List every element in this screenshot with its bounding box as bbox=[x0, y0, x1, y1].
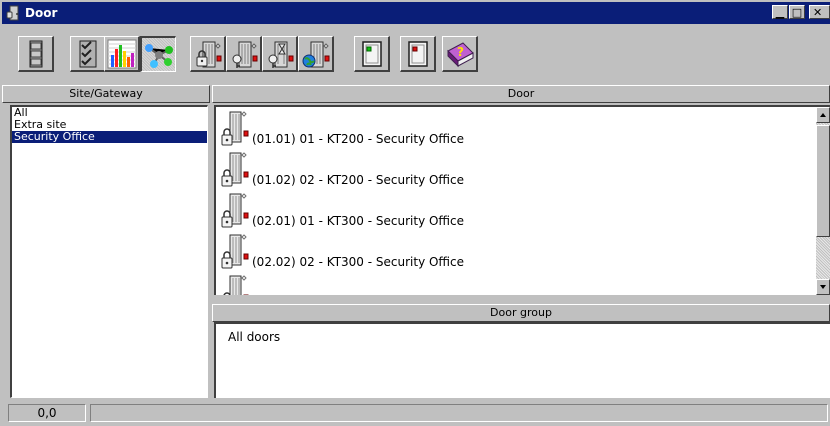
title-bar[interactable]: Door ▁ □ ✕ bbox=[2, 2, 830, 24]
toolbar-button-cabinet[interactable] bbox=[18, 36, 54, 72]
toolbar-button-door-key[interactable] bbox=[226, 36, 262, 72]
scroll-thumb[interactable] bbox=[816, 125, 830, 237]
scroll-up-button[interactable] bbox=[816, 107, 830, 123]
door-group-list[interactable]: All doors bbox=[214, 322, 830, 398]
network-icon bbox=[145, 44, 173, 68]
toolbar-button-help[interactable]: ? bbox=[442, 36, 478, 72]
toolbar-button-chart[interactable] bbox=[104, 36, 140, 72]
door-app-icon bbox=[6, 5, 19, 21]
checklist-icon bbox=[79, 40, 97, 68]
close-button[interactable]: ✕ bbox=[809, 5, 830, 19]
bar-chart-icon bbox=[107, 39, 137, 69]
door-key-icon bbox=[232, 41, 258, 68]
arrow-down-icon bbox=[820, 285, 826, 289]
door-group-header-label: Door group bbox=[490, 306, 552, 319]
door-label: (01.02) 02 - KT200 - Security Office bbox=[252, 173, 465, 187]
toolbar-button-checklist[interactable] bbox=[70, 36, 106, 72]
door-label: (02.02) 02 - KT300 - Security Office bbox=[252, 255, 465, 269]
toolbar-button-door-green[interactable] bbox=[354, 36, 390, 72]
toolbar-button-network[interactable] bbox=[140, 36, 176, 72]
site-item-security-office[interactable]: Security Office bbox=[12, 131, 207, 143]
toolbar-button-door-lock[interactable] bbox=[190, 36, 226, 72]
maximize-button[interactable]: □ bbox=[789, 5, 805, 19]
status-message-panel bbox=[90, 404, 828, 422]
status-bar: 0,0 bbox=[2, 402, 830, 424]
door-list[interactable]: (01.01) 01 - KT200 - Security Office (01… bbox=[214, 105, 830, 295]
site-gateway-header[interactable]: Site/Gateway bbox=[2, 85, 210, 103]
site-list[interactable]: All Extra site Security Office bbox=[10, 105, 208, 398]
close-icon: ✕ bbox=[813, 6, 823, 19]
door-list-item[interactable]: (02.01) 01 - KT300 - Security Office bbox=[220, 191, 810, 231]
door-lock-icon bbox=[221, 193, 249, 228]
door-globe-icon bbox=[302, 41, 330, 68]
door-hourglass-icon bbox=[268, 41, 294, 68]
door-group-item-all-doors[interactable]: All doors bbox=[228, 330, 280, 344]
svg-text:?: ? bbox=[457, 45, 464, 59]
status-coords: 0,0 bbox=[8, 404, 86, 422]
door-lock-icon bbox=[221, 111, 249, 146]
door-list-item[interactable]: (01.02) 02 - KT200 - Security Office bbox=[220, 150, 810, 190]
door-label: (01.01) 01 - KT200 - Security Office bbox=[252, 132, 465, 146]
door-list-item[interactable]: (02.02) 02 - KT300 - Security Office bbox=[220, 232, 810, 272]
door-list-item-partial[interactable] bbox=[220, 273, 810, 295]
toolbar-button-door-timer[interactable] bbox=[262, 36, 298, 72]
door-lock-icon bbox=[196, 41, 222, 68]
help-book-icon: ? bbox=[447, 42, 474, 68]
scroll-down-button[interactable] bbox=[816, 279, 830, 295]
arrow-up-icon bbox=[820, 113, 826, 117]
door-group-header[interactable]: Door group bbox=[212, 304, 830, 322]
door-list-item[interactable]: (01.01) 01 - KT200 - Security Office bbox=[220, 109, 810, 149]
door-lock-icon bbox=[221, 152, 249, 187]
door-red-icon bbox=[408, 41, 428, 67]
window-title: Door bbox=[25, 6, 58, 20]
site-gateway-header-label: Site/Gateway bbox=[69, 87, 143, 100]
minimize-button[interactable]: ▁ bbox=[772, 5, 788, 19]
door-header[interactable]: Door bbox=[212, 85, 830, 103]
door-list-scrollbar[interactable] bbox=[816, 107, 830, 295]
maximize-icon: □ bbox=[791, 6, 803, 19]
door-lock-icon bbox=[223, 275, 249, 295]
toolbar-button-door-globe[interactable] bbox=[298, 36, 334, 72]
door-lock-icon bbox=[221, 234, 249, 269]
door-green-icon bbox=[362, 41, 382, 67]
toolbar-button-door-red[interactable] bbox=[400, 36, 436, 72]
door-label: (02.01) 01 - KT300 - Security Office bbox=[252, 214, 465, 228]
toolbar: ? bbox=[2, 26, 828, 84]
cabinet-icon bbox=[29, 40, 43, 68]
minimize-icon: ▁ bbox=[775, 6, 785, 19]
door-header-label: Door bbox=[507, 87, 535, 100]
